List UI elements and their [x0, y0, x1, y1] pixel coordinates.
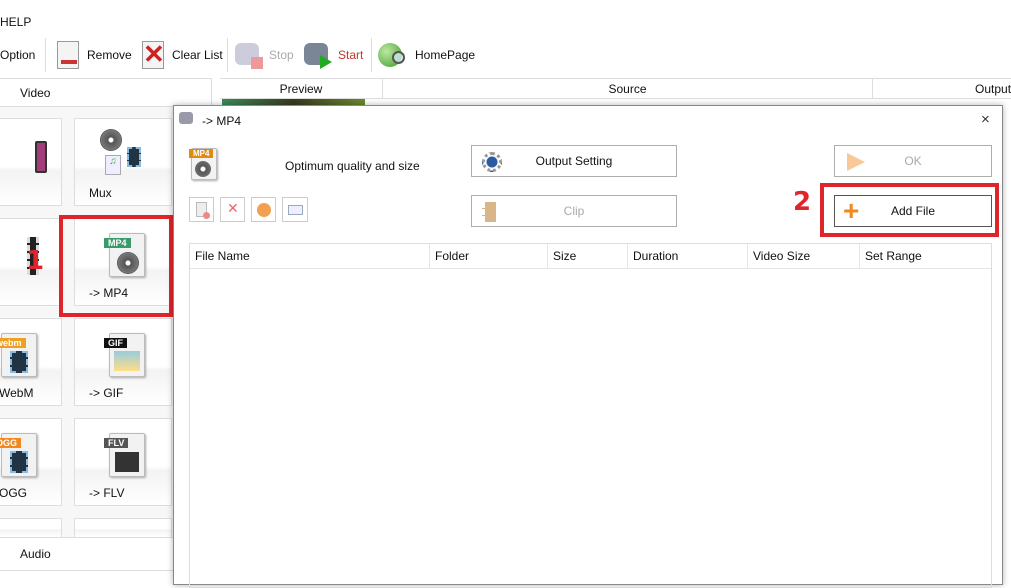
highlight-box-step2: [820, 183, 999, 237]
output-setting-button[interactable]: Output Setting: [471, 145, 677, 177]
close-button[interactable]: ×: [981, 111, 990, 128]
format-tile[interactable]: [0, 518, 62, 538]
highlight-box-step1: [59, 215, 173, 317]
format-tile-gif[interactable]: GIF -> GIF: [74, 318, 172, 406]
column-preview[interactable]: Preview: [220, 79, 383, 99]
column-duration[interactable]: Duration: [628, 244, 748, 268]
info-icon: [288, 205, 303, 215]
clear-list-button[interactable]: ✕ Clear List: [140, 38, 223, 72]
tile-label: Mux: [89, 186, 112, 200]
step-number-1: 1: [26, 246, 45, 276]
menu-help[interactable]: HELP: [0, 15, 31, 29]
homepage-button[interactable]: HomePage: [377, 38, 475, 72]
output-setting-label: Output Setting: [535, 154, 613, 168]
format-tile-webm[interactable]: webm WebM: [0, 318, 62, 406]
file-table: File Name Folder Size Duration Video Siz…: [189, 243, 992, 588]
tile-label: WebM: [0, 386, 34, 400]
gif-file-icon: GIF: [104, 333, 145, 377]
device-icon: [35, 141, 47, 173]
file-table-header: File Name Folder Size Duration Video Siz…: [190, 244, 991, 269]
column-video-size[interactable]: Video Size: [748, 244, 860, 268]
film-scissors-icon: [482, 202, 496, 222]
clear-files-button[interactable]: ✕: [220, 197, 245, 222]
format-tile[interactable]: [74, 518, 172, 538]
column-file-name[interactable]: File Name: [190, 244, 430, 268]
column-output[interactable]: Output: [873, 79, 1011, 99]
column-source[interactable]: Source: [383, 79, 873, 99]
column-size[interactable]: Size: [548, 244, 628, 268]
globe-search-icon: [377, 41, 409, 69]
homepage-label: HomePage: [415, 48, 476, 62]
step-number-2: 2: [793, 187, 812, 217]
remove-icon: [55, 41, 81, 69]
app-icon: [179, 112, 193, 124]
toolbar-separator: [45, 38, 46, 72]
remove-button[interactable]: Remove: [55, 38, 132, 72]
remove-file-button[interactable]: [189, 197, 214, 222]
start-label: Start: [338, 48, 364, 62]
gear-icon: [482, 152, 502, 172]
dialog-title: -> MP4: [202, 114, 242, 128]
task-list-header: Preview Source Output: [220, 78, 1011, 99]
mp4-format-icon: MP4: [189, 148, 217, 180]
start-button[interactable]: Start: [302, 38, 363, 72]
flv-file-icon: FLV: [104, 433, 145, 477]
ok-button[interactable]: OK: [834, 145, 992, 177]
format-description: Optimum quality and size: [285, 159, 420, 173]
ogg-file-icon: OGG: [0, 433, 37, 477]
format-tile-ogg[interactable]: OGG OGG: [0, 418, 62, 506]
toolbar-separator: [227, 38, 228, 72]
audio-header-label: Audio: [20, 547, 51, 561]
toolbar-separator: [371, 38, 372, 72]
start-icon: [302, 41, 332, 69]
clear-list-label: Clear List: [172, 48, 223, 62]
ok-label: OK: [904, 154, 922, 168]
info-button[interactable]: [282, 197, 308, 222]
clear-icon: ✕: [227, 200, 239, 216]
stop-button[interactable]: Stop: [233, 38, 294, 72]
format-tile-flv[interactable]: FLV -> FLV: [74, 418, 172, 506]
option-label: Option: [0, 48, 36, 62]
stop-icon: [233, 41, 263, 69]
tile-label: OGG: [0, 486, 28, 500]
column-set-range[interactable]: Set Range: [860, 244, 991, 268]
clip-button[interactable]: Clip: [471, 195, 677, 227]
play-button[interactable]: [251, 197, 276, 222]
stop-label: Stop: [269, 48, 294, 62]
format-tile-mux[interactable]: ♫ Mux: [74, 118, 172, 206]
mp4-dialog: -> MP4 × MP4 Optimum quality and size Ou…: [173, 105, 1003, 588]
column-folder[interactable]: Folder: [430, 244, 548, 268]
option-button[interactable]: Option: [0, 38, 35, 72]
arrow-right-icon: [847, 153, 865, 171]
remove-label: Remove: [87, 48, 132, 62]
tile-label: -> GIF: [89, 386, 124, 400]
tile-label: -> FLV: [89, 486, 125, 500]
format-tile[interactable]: [0, 118, 62, 206]
play-icon: [257, 203, 271, 217]
video-category-header[interactable]: Video: [0, 78, 212, 107]
video-header-label: Video: [20, 85, 51, 100]
webm-file-icon: webm: [0, 333, 37, 377]
clear-list-icon: ✕: [142, 39, 165, 69]
mux-icon: [100, 129, 122, 151]
clip-label: Clip: [563, 204, 585, 218]
